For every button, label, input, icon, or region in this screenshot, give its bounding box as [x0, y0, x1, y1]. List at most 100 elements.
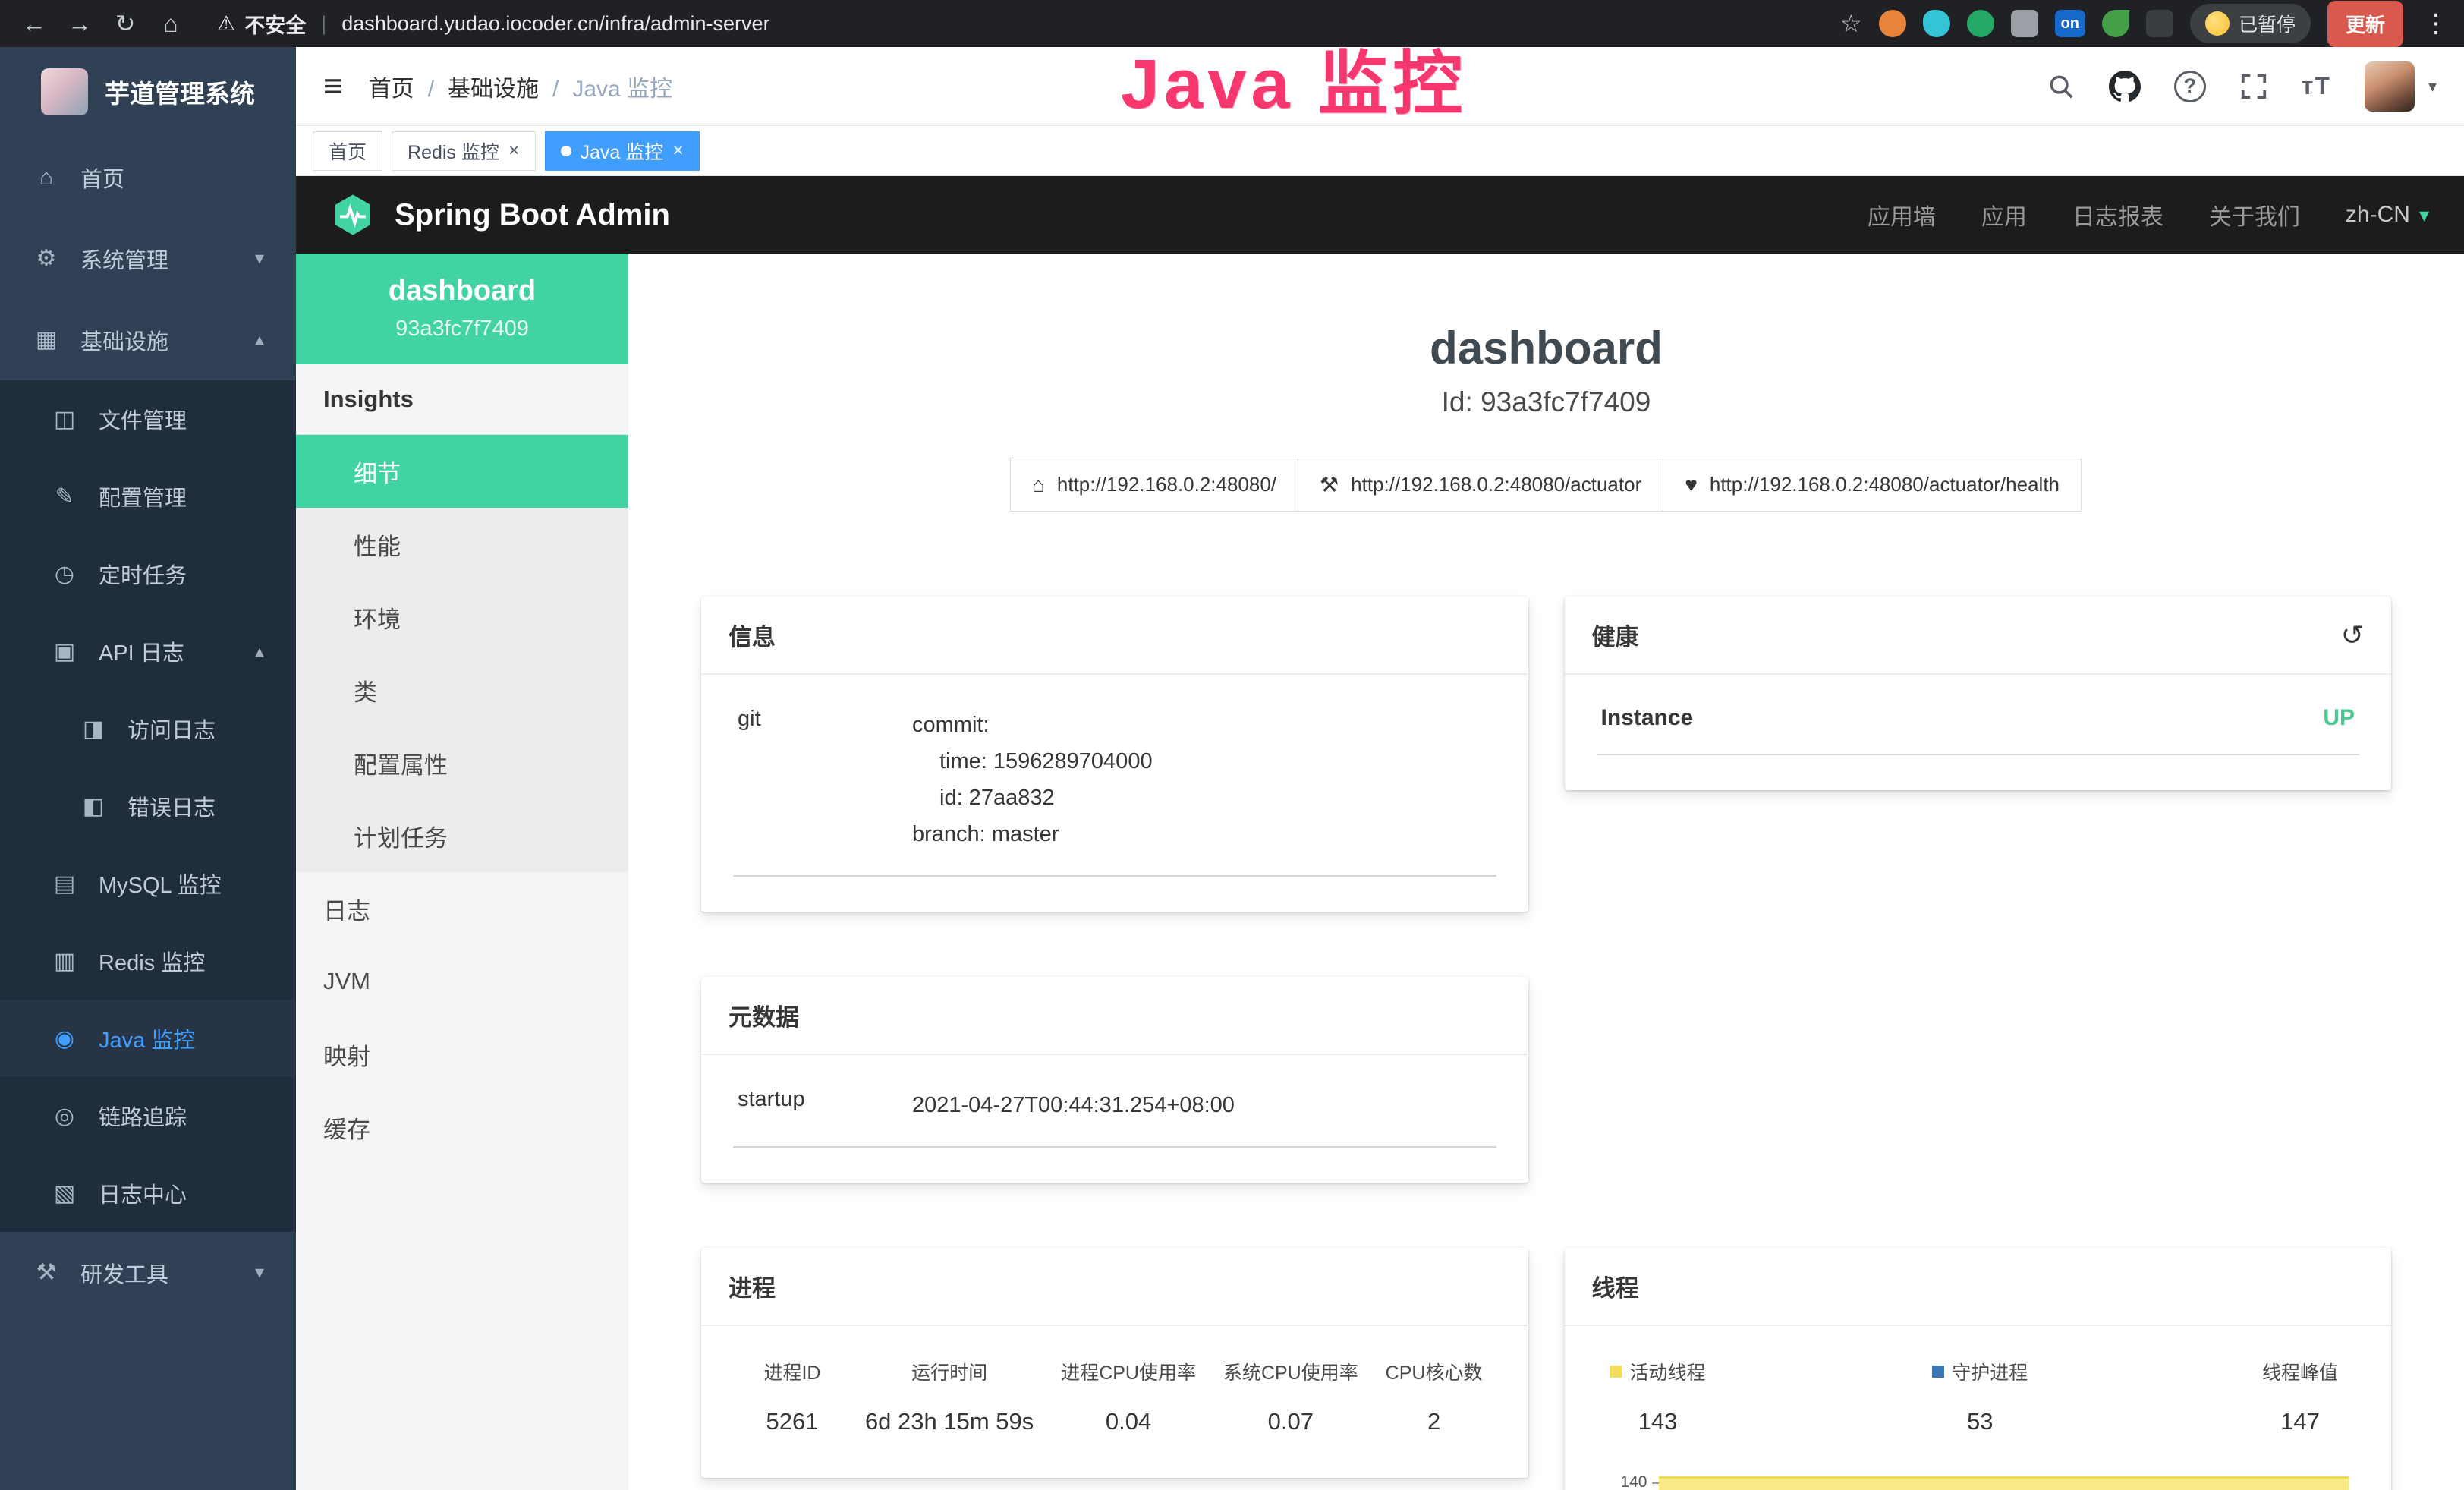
sidebar-item-api-logs[interactable]: ▣ API 日志 ▴	[0, 613, 296, 690]
git-id-line: id: 27aa832	[912, 780, 1153, 816]
security-warning-icon[interactable]: ⚠	[217, 12, 235, 36]
actuator-url-link[interactable]: ⚒ http://192.168.0.2:48080/actuator	[1298, 458, 1663, 512]
close-tab-icon[interactable]: ×	[508, 140, 520, 162]
paused-label: 已暂停	[2239, 10, 2296, 37]
app-logo-row[interactable]: 芋道管理系统	[0, 47, 296, 137]
forward-icon[interactable]: →	[61, 5, 99, 43]
tab-redis-monitor[interactable]: Redis 监控 ×	[392, 131, 535, 171]
browser-menu-icon[interactable]: ⋮	[2423, 8, 2449, 39]
info-card: 信息 git commit: time: 1596289704000 id: 2…	[701, 597, 1528, 912]
browser-home-icon[interactable]: ⌂	[152, 5, 190, 43]
breadcrumb-current: Java 监控	[539, 70, 672, 103]
tab-label: 首页	[329, 137, 367, 165]
back-icon[interactable]: ←	[15, 5, 53, 43]
extension-on-badge[interactable]: on	[2055, 10, 2085, 37]
sidebar-item-config-management[interactable]: ✎ 配置管理	[0, 458, 296, 535]
tools-icon: ⚒	[32, 1259, 61, 1286]
log-icon: ▣	[50, 638, 79, 665]
git-label: git	[738, 707, 912, 732]
breadcrumb: 首页 基础设施 Java 监控	[369, 70, 672, 103]
java-monitor-icon: ◉	[50, 1025, 79, 1052]
avatar-caret-icon[interactable]: ▾	[2428, 77, 2437, 96]
bookmark-star-icon[interactable]: ☆	[1840, 9, 1862, 38]
url-text[interactable]: dashboard.yudao.iocoder.cn/infra/admin-s…	[341, 12, 769, 36]
sidebar-item-label: MySQL 监控	[99, 868, 222, 899]
sba-menu-jvm[interactable]: JVM	[296, 945, 628, 1018]
tab-home[interactable]: 首页	[313, 131, 382, 171]
spring-boot-admin-logo[interactable]	[331, 193, 375, 237]
font-size-icon[interactable]: тT	[2302, 72, 2331, 100]
extension-icon-6[interactable]	[2102, 10, 2129, 37]
sidebar-item-access-logs[interactable]: ◨ 访问日志	[0, 690, 296, 767]
file-icon: ◫	[50, 406, 79, 433]
extension-icon-1[interactable]	[1879, 10, 1906, 37]
sba-menu-details[interactable]: 细节	[296, 435, 628, 508]
update-button[interactable]: 更新	[2327, 1, 2403, 47]
error-log-icon: ◧	[79, 793, 108, 820]
sba-nav-journal[interactable]: 日志报表	[2072, 198, 2163, 232]
sidebar-item-error-logs[interactable]: ◧ 错误日志	[0, 767, 296, 845]
address-bar[interactable]: ⚠ 不安全 | dashboard.yudao.iocoder.cn/infra…	[217, 9, 770, 39]
sidebar-item-mysql-monitor[interactable]: ▤ MySQL 监控	[0, 845, 296, 922]
breadcrumb-infrastructure[interactable]: 基础设施	[414, 70, 539, 103]
sba-menu-mappings[interactable]: 映射	[296, 1018, 628, 1091]
metric-value: 0.07	[1223, 1408, 1358, 1435]
instance-health-row[interactable]: Instance UP	[1597, 702, 2360, 755]
avatar[interactable]	[2365, 61, 2415, 112]
reload-icon[interactable]: ↻	[106, 5, 144, 43]
sba-menu-config-props[interactable]: 配置属性	[296, 726, 628, 799]
close-tab-icon[interactable]: ×	[672, 140, 684, 162]
redis-icon: ▥	[50, 948, 79, 975]
sidebar-item-scheduled-jobs[interactable]: ◷ 定时任务	[0, 535, 296, 613]
sidebar-item-trace[interactable]: ◎ 链路追踪	[0, 1077, 296, 1155]
sidebar-item-log-center[interactable]: ▧ 日志中心	[0, 1155, 296, 1232]
git-time-line: time: 1596289704000	[912, 743, 1153, 780]
locale-value: zh-CN	[2346, 202, 2410, 228]
sidebar-item-java-monitor[interactable]: ◉ Java 监控	[0, 1000, 296, 1077]
sba-nav-about[interactable]: 关于我们	[2209, 198, 2300, 232]
sidebar-item-label: 文件管理	[99, 403, 187, 435]
sidebar-item-system-management[interactable]: ⚙ 系统管理 ▾	[0, 218, 296, 299]
sidebar-item-label: 系统管理	[80, 243, 168, 275]
chart-y-axis: 140 120 100	[1601, 1473, 1659, 1490]
search-icon[interactable]	[2047, 72, 2075, 101]
threads-legend: 活动线程 143 守护进程	[1597, 1353, 2360, 1443]
service-url-link[interactable]: ⌂ http://192.168.0.2:48080/	[1010, 458, 1298, 512]
extension-icon-7[interactable]	[2146, 10, 2173, 37]
sba-menu-environment[interactable]: 环境	[296, 581, 628, 654]
health-card: 健康 ↺ Instance UP	[1565, 597, 2392, 790]
sidebar-item-file-management[interactable]: ◫ 文件管理	[0, 380, 296, 458]
sidebar-item-label: API 日志	[99, 635, 184, 667]
locale-select[interactable]: zh-CN ▾	[2346, 202, 2429, 228]
sba-menu-scheduled-tasks[interactable]: 计划任务	[296, 799, 628, 872]
gear-icon: ⚙	[32, 245, 61, 272]
sidebar-item-home[interactable]: ⌂ 首页	[0, 137, 296, 218]
sba-menu-metrics[interactable]: 性能	[296, 508, 628, 581]
tab-java-monitor[interactable]: Java 监控 ×	[545, 131, 700, 171]
extension-icon-2[interactable]	[1923, 10, 1950, 37]
health-url-link[interactable]: ♥ http://192.168.0.2:48080/actuator/heal…	[1663, 458, 2082, 512]
recorder-paused-badge[interactable]: 已暂停	[2190, 4, 2311, 43]
sba-menu-logfile[interactable]: 日志	[296, 872, 628, 945]
topbar-icons: ? тT ▾	[2047, 61, 2437, 112]
breadcrumb-home[interactable]: 首页	[369, 70, 414, 103]
sidebar-collapse-icon[interactable]: ≡	[323, 68, 343, 106]
annotation-text: Java 监控	[1121, 27, 1467, 128]
sidebar-item-dev-tools[interactable]: ⚒ 研发工具 ▾	[0, 1232, 296, 1313]
help-icon[interactable]: ?	[2174, 71, 2206, 102]
sba-menu-caches[interactable]: 缓存	[296, 1091, 628, 1164]
github-icon[interactable]	[2109, 71, 2141, 102]
sba-brand-title[interactable]: Spring Boot Admin	[395, 198, 670, 232]
sidebar-item-infrastructure[interactable]: ▦ 基础设施 ▴	[0, 299, 296, 380]
history-icon[interactable]: ↺	[2341, 619, 2364, 651]
metric-label: 进程CPU使用率	[1061, 1358, 1196, 1385]
sba-nav-wallboard[interactable]: 应用墙	[1868, 198, 1936, 232]
insights-section-title: Insights	[296, 364, 628, 435]
sba-nav-applications[interactable]: 应用	[1981, 198, 2027, 232]
extension-icon-3[interactable]	[1967, 10, 1994, 37]
extension-icon-4[interactable]	[2011, 10, 2038, 37]
fullscreen-icon[interactable]	[2239, 72, 2268, 101]
instance-header[interactable]: dashboard 93a3fc7f7409	[296, 254, 628, 364]
sidebar-item-redis-monitor[interactable]: ▥ Redis 监控	[0, 922, 296, 1000]
sba-menu-classes[interactable]: 类	[296, 654, 628, 726]
